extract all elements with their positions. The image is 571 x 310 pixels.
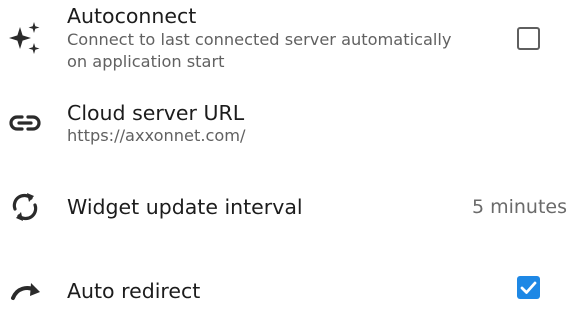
cloud-server-url-title: Cloud server URL [67,101,245,125]
cloud-server-url-value: https://axxonnet.com/ [67,126,246,145]
autoconnect-description-line2: on application start [67,52,225,71]
sync-arrows-icon [7,189,43,225]
autoconnect-description-line1: Connect to last connected server automat… [67,30,452,49]
auto-redirect-checkbox[interactable] [517,276,540,299]
widget-update-interval-value: 5 minutes [471,196,567,218]
sparkles-icon [7,21,43,57]
setting-auto-redirect[interactable]: Auto redirect [0,268,571,303]
autoconnect-title: Autoconnect [67,4,197,28]
setting-widget-update-interval[interactable]: Widget update interval 5 minutes [0,180,571,234]
auto-redirect-title: Auto redirect [67,279,201,303]
link-icon [7,105,43,141]
autoconnect-checkbox[interactable] [517,27,540,50]
widget-update-interval-title: Widget update interval [67,195,303,219]
checkmark-icon [520,281,537,294]
redirect-arrow-icon [7,274,43,310]
setting-autoconnect[interactable]: Autoconnect Connect to last connected se… [0,0,571,80]
setting-cloud-server-url[interactable]: Cloud server URL https://axxonnet.com/ [0,96,571,156]
